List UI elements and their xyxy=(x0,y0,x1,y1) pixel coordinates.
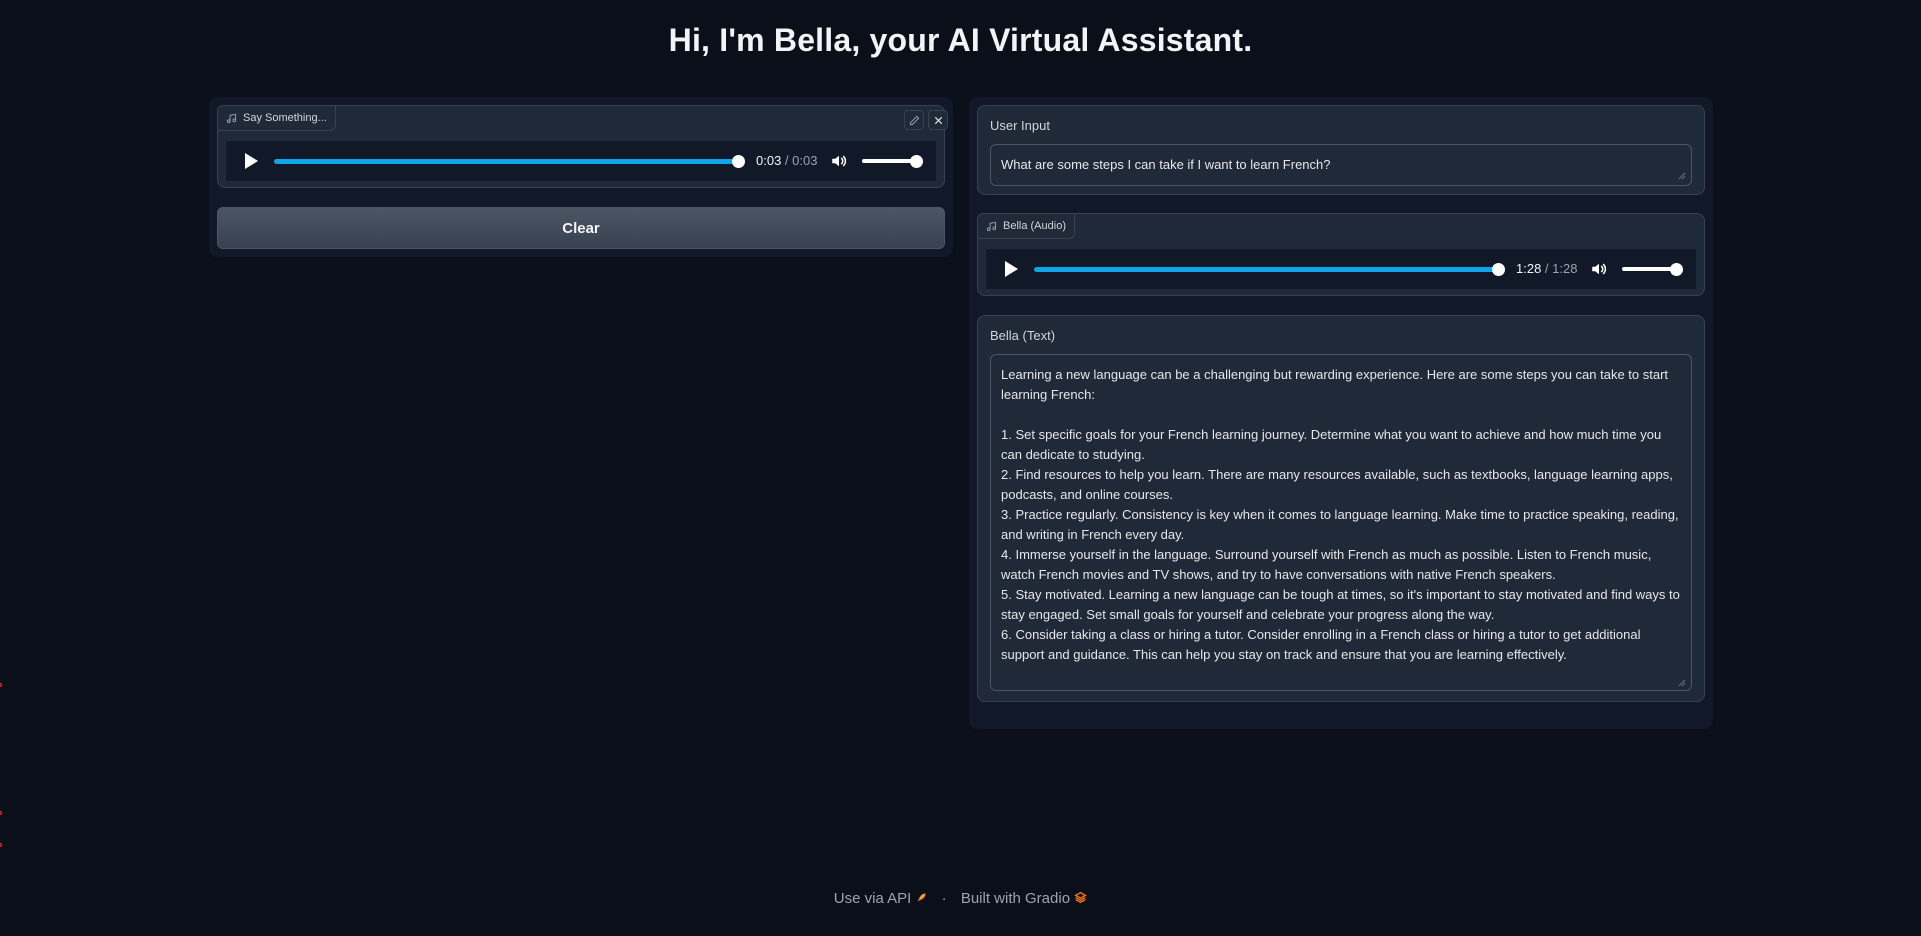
volume-handle[interactable] xyxy=(1670,263,1683,276)
current-time: 1:28 xyxy=(1516,261,1542,276)
api-link-text: Use via API xyxy=(833,890,912,907)
user-input-field[interactable]: What are some steps I can take if I want… xyxy=(990,144,1692,186)
resize-handle-icon[interactable] xyxy=(1678,172,1686,180)
gradio-logo-icon xyxy=(1074,891,1087,904)
play-button[interactable] xyxy=(241,151,261,171)
edge-mark xyxy=(0,683,2,687)
audio-output-label: Bella (Audio) xyxy=(977,213,1075,239)
current-time: 0:03 xyxy=(756,153,782,168)
edit-button[interactable] xyxy=(904,110,924,130)
volume-slider[interactable] xyxy=(862,159,916,163)
footer: Use via API · Built with Gradio xyxy=(0,890,1921,907)
built-with-gradio-link[interactable]: Built with Gradio xyxy=(961,890,1087,907)
left-panel: Say Something... 0:03 / 0:03 Clear xyxy=(209,97,953,257)
rocket-icon xyxy=(917,893,926,902)
play-button[interactable] xyxy=(1001,259,1021,279)
total-time: 1:28 xyxy=(1552,261,1578,276)
time-display: 0:03 / 0:03 xyxy=(756,153,818,168)
progress-bar[interactable] xyxy=(274,159,738,164)
volume-handle[interactable] xyxy=(910,155,923,168)
music-note-icon xyxy=(226,113,237,123)
progress-handle[interactable] xyxy=(732,155,745,168)
use-via-api-link[interactable]: Use via API xyxy=(834,890,928,907)
pencil-icon xyxy=(909,115,919,125)
audio-output-player: 1:28 / 1:28 xyxy=(986,249,1696,289)
progress-bar[interactable] xyxy=(1034,267,1498,272)
audio-output-block: Bella (Audio) 1:28 / 1:28 xyxy=(977,213,1705,296)
page-title: Hi, I'm Bella, your AI Virtual Assistant… xyxy=(668,22,1253,58)
built-with-text: Built with Gradio xyxy=(960,890,1071,907)
footer-separator: · xyxy=(941,890,947,907)
user-input-block: User Input What are some steps I can tak… xyxy=(977,105,1705,195)
audio-input-block: Say Something... 0:03 / 0:03 xyxy=(217,105,948,188)
music-note-icon xyxy=(986,221,997,231)
right-panel: User Input What are some steps I can tak… xyxy=(969,97,1713,729)
close-button[interactable] xyxy=(928,110,948,130)
time-display: 1:28 / 1:28 xyxy=(1516,261,1578,276)
text-output-label: Bella (Text) xyxy=(990,328,1056,343)
text-output-field[interactable]: Learning a new language can be a challen… xyxy=(990,354,1692,691)
user-input-label: User Input xyxy=(990,118,1050,133)
edge-mark xyxy=(0,811,2,815)
audio-output-label-text: Bella (Audio) xyxy=(1003,220,1066,232)
total-time: 0:03 xyxy=(792,153,818,168)
audio-input-player: 0:03 / 0:03 xyxy=(226,141,936,181)
close-icon xyxy=(934,116,942,124)
audio-input-label-text: Say Something... xyxy=(243,112,327,124)
clear-button[interactable]: Clear xyxy=(217,207,945,249)
volume-icon[interactable] xyxy=(830,152,848,170)
audio-input-label: Say Something... xyxy=(217,105,336,131)
resize-handle-icon[interactable] xyxy=(1678,679,1686,687)
play-icon xyxy=(245,153,258,169)
edge-mark xyxy=(0,843,2,847)
volume-icon[interactable] xyxy=(1590,260,1608,278)
text-output-block: Bella (Text) Learning a new language can… xyxy=(977,315,1705,702)
play-icon xyxy=(1005,261,1018,277)
volume-slider[interactable] xyxy=(1622,267,1676,271)
progress-handle[interactable] xyxy=(1492,263,1505,276)
